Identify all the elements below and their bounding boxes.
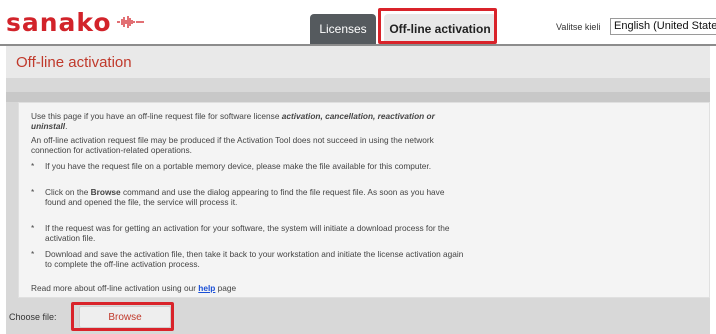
- header: sanako Licenses Off-line activation Vali…: [0, 0, 716, 44]
- sanako-logo[interactable]: sanako: [6, 8, 146, 36]
- choose-file-label: Choose file:: [9, 312, 57, 322]
- bullet-mark: *: [31, 187, 35, 197]
- logo-text: sanako: [6, 7, 112, 37]
- language-label: Valitse kieli: [556, 22, 601, 32]
- help-link[interactable]: help: [198, 283, 215, 293]
- title-bar: Off-line activation: [6, 46, 710, 78]
- bullet-text: Click on the Browse command and use the …: [45, 187, 465, 207]
- page-title: Off-line activation: [16, 54, 132, 71]
- help-prefix: Read more about off-line activation usin…: [31, 283, 199, 293]
- browse-button[interactable]: Browse: [79, 306, 171, 328]
- language-select[interactable]: English (United States): [610, 18, 716, 35]
- tab-licenses[interactable]: Licenses: [310, 14, 376, 44]
- bullet-text: If the request was for getting an activa…: [45, 223, 450, 243]
- help-line: Read more about off-line activation usin…: [31, 283, 451, 293]
- tab-offline-activation[interactable]: Off-line activation: [384, 14, 496, 44]
- sound-wave-icon: [116, 16, 144, 28]
- content-band: [6, 92, 710, 102]
- intro-suffix: .: [65, 121, 68, 131]
- bullet-mark: *: [31, 249, 35, 259]
- bullet-text: Download and save the activation file, t…: [45, 249, 464, 269]
- network-paragraph: An off-line activation request file may …: [31, 135, 434, 155]
- intro-text: Use this page if you have an off-line re…: [31, 111, 282, 121]
- intro-paragraph: Use this page if you have an off-line re…: [31, 111, 451, 131]
- bullet-mark: *: [31, 223, 35, 233]
- browse-keyword: Browse: [90, 187, 121, 197]
- bullet-mark: *: [31, 161, 35, 171]
- instructions-panel: Use this page if you have an off-line re…: [18, 102, 710, 298]
- help-suffix: page: [215, 283, 237, 293]
- bullet-text-prefix: Click on the: [45, 187, 91, 197]
- bullet-text: If you have the request file on a portab…: [45, 161, 432, 171]
